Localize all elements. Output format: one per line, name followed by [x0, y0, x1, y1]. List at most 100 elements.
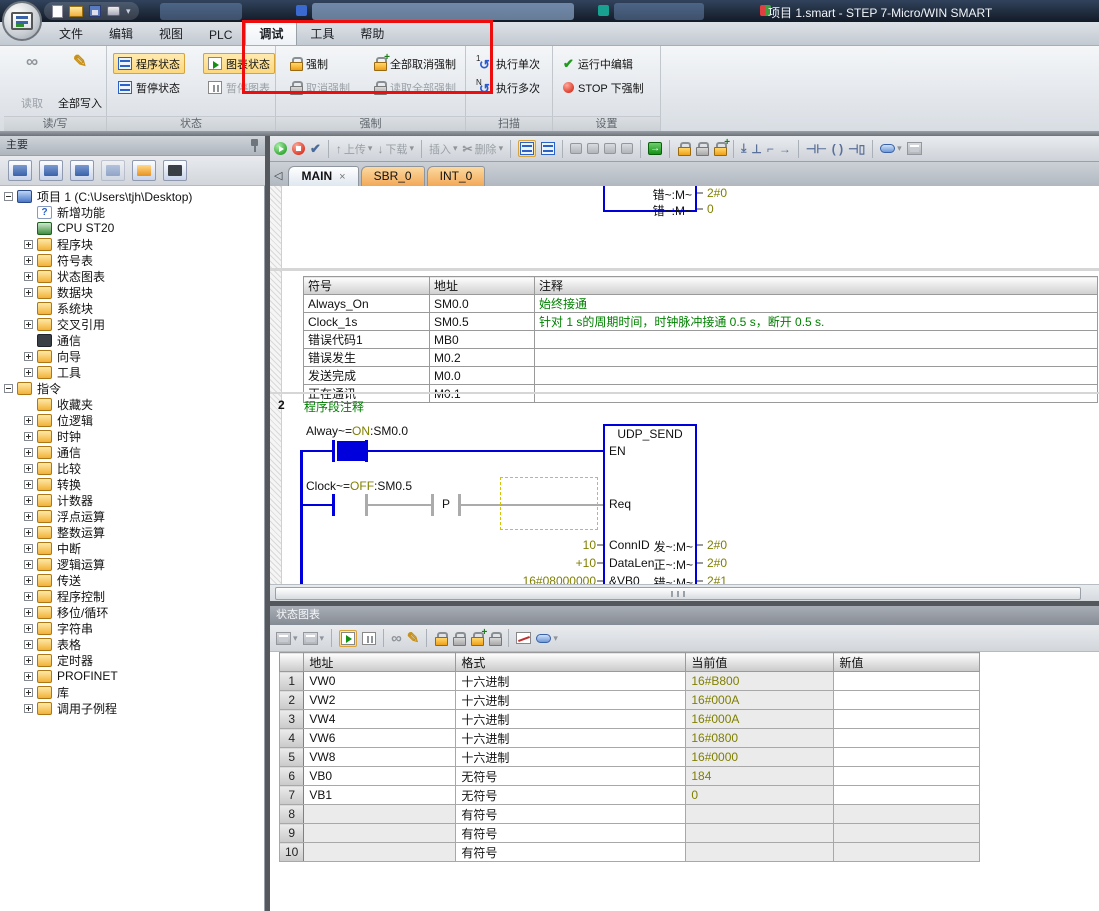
tree-item[interactable]: 浮点运算	[0, 508, 264, 524]
expand-icon[interactable]	[24, 480, 33, 489]
unforce-all-button[interactable]: +全部取消强制	[368, 53, 461, 74]
collapse-icon[interactable]	[4, 192, 13, 201]
tree-item[interactable]: 时钟	[0, 428, 264, 444]
force-icon[interactable]	[677, 142, 690, 155]
tab-int0[interactable]: INT_0	[427, 166, 486, 186]
tree-item[interactable]: 工具	[0, 364, 264, 380]
trend-view-icon[interactable]	[516, 632, 531, 644]
download-button[interactable]: ↓下载▾	[377, 141, 414, 157]
tree-item[interactable]: 整数运算	[0, 524, 264, 540]
chart-status-button[interactable]: 图表状态	[203, 53, 275, 74]
tree-item[interactable]: 状态图表	[0, 268, 264, 284]
tree-item[interactable]: CPU ST20	[0, 220, 264, 236]
expand-icon[interactable]	[24, 656, 33, 665]
expand-icon[interactable]	[24, 704, 33, 713]
save-icon[interactable]	[89, 5, 101, 17]
ladder-editor-canvas[interactable]: 错~:M~ 2#0 错~:M~ 0 符号 地址 注释 Always_OnSM0.…	[270, 186, 1099, 584]
expand-icon[interactable]	[24, 576, 33, 585]
tree-item[interactable]: 计数器	[0, 492, 264, 508]
cross-reference-icon[interactable]	[132, 160, 156, 181]
tree-item[interactable]: 定时器	[0, 652, 264, 668]
pause-program-status-button[interactable]	[541, 142, 555, 155]
status-row[interactable]: 2VW2十六进制16#000A	[280, 691, 980, 710]
tree-item[interactable]: 程序块	[0, 236, 264, 252]
expand-icon[interactable]	[24, 560, 33, 569]
tab-help[interactable]: 帮助	[347, 22, 397, 45]
tab-tools[interactable]: 工具	[297, 22, 347, 45]
pin-icon[interactable]	[250, 139, 259, 152]
line-up-icon[interactable]: ⌐	[767, 142, 774, 156]
force-icon[interactable]	[434, 632, 447, 645]
expand-icon[interactable]	[24, 368, 33, 377]
tree-item-instructions[interactable]: 指令	[0, 380, 264, 396]
expand-icon[interactable]	[24, 352, 33, 361]
next-bookmark-icon[interactable]	[604, 143, 616, 154]
data-block-icon[interactable]	[101, 160, 125, 181]
expand-icon[interactable]	[24, 544, 33, 553]
tab-sbr0[interactable]: SBR_0	[361, 166, 425, 186]
expand-icon[interactable]	[24, 272, 33, 281]
expand-icon[interactable]	[24, 256, 33, 265]
read-all-forces-button[interactable]: 读取全部强制	[368, 77, 461, 98]
delete-button[interactable]: ✂删除▾	[463, 141, 504, 157]
close-tab-icon[interactable]: ×	[339, 171, 345, 183]
tree-item[interactable]: 系统块	[0, 300, 264, 316]
unforce-all-icon[interactable]: +	[470, 632, 483, 645]
status-row[interactable]: 4VW6十六进制16#0800	[280, 729, 980, 748]
expand-icon[interactable]	[24, 432, 33, 441]
expand-icon[interactable]	[24, 288, 33, 297]
tree-item[interactable]: 库	[0, 684, 264, 700]
tree-item[interactable]: 逻辑运算	[0, 556, 264, 572]
quick-access-caret-icon[interactable]: ▾	[126, 6, 131, 17]
tree-item[interactable]: 字符串	[0, 620, 264, 636]
pause-chart-button[interactable]: 暂停图表	[203, 77, 275, 98]
branch-up-icon[interactable]: ⊥	[751, 142, 761, 156]
print-icon[interactable]	[107, 6, 120, 16]
expand-icon[interactable]	[24, 240, 33, 249]
read-button[interactable]: ∞ 读取	[8, 50, 56, 114]
force-button[interactable]: 强制	[284, 53, 333, 74]
status-row[interactable]: 9有符号	[280, 824, 980, 843]
tab-debug[interactable]: 调试	[245, 21, 297, 45]
program-editor-icon[interactable]	[8, 160, 32, 181]
tree-item[interactable]: 收藏夹	[0, 396, 264, 412]
upload-button[interactable]: ↑上传▾	[336, 141, 373, 157]
tree-item[interactable]: 通信	[0, 444, 264, 460]
tree-item[interactable]: 向导	[0, 348, 264, 364]
symbol-row[interactable]: 错误发生M0.2	[304, 349, 1098, 367]
expand-icon[interactable]	[24, 624, 33, 633]
goto-network-button[interactable]: →	[648, 142, 662, 155]
pause-chart-button[interactable]	[362, 632, 376, 645]
tab-main[interactable]: MAIN×	[288, 166, 358, 186]
edit-in-run-button[interactable]: ✔运行中编辑	[558, 53, 638, 74]
insert-box-icon[interactable]: ⊣▯	[848, 142, 865, 156]
tree-item[interactable]: 程序控制	[0, 588, 264, 604]
insert-coil-icon[interactable]: ( )	[832, 142, 843, 156]
symbol-row[interactable]: 发送完成M0.0	[304, 367, 1098, 385]
tab-plc[interactable]: PLC	[196, 25, 245, 45]
tab-scroll-left-icon[interactable]: ◁	[274, 169, 282, 182]
status-row[interactable]: 1VW0十六进制16#B800	[280, 672, 980, 691]
program-status-toggle[interactable]	[518, 140, 536, 157]
execute-multiple-button[interactable]: N↺执行多次	[471, 77, 545, 98]
status-row[interactable]: 3VW4十六进制16#000A	[280, 710, 980, 729]
tree-item[interactable]: 交叉引用	[0, 316, 264, 332]
tree-item[interactable]: 比较	[0, 460, 264, 476]
expand-icon[interactable]	[24, 496, 33, 505]
communications-icon[interactable]	[163, 160, 187, 181]
tree-item[interactable]: PROFINET	[0, 668, 264, 684]
tree-item[interactable]: 符号表	[0, 252, 264, 268]
write-button[interactable]: ✎	[407, 632, 420, 645]
tree-item[interactable]: 数据块	[0, 284, 264, 300]
expand-icon[interactable]	[24, 512, 33, 521]
tree-item[interactable]: 调用子例程	[0, 700, 264, 716]
program-status-button[interactable]: 程序状态	[113, 53, 185, 74]
symbol-row[interactable]: 错误代码1MB0	[304, 331, 1098, 349]
symbol-row[interactable]: Always_OnSM0.0始终接通	[304, 295, 1098, 313]
status-row[interactable]: 8有符号	[280, 805, 980, 824]
stop-button[interactable]	[292, 142, 305, 155]
expand-icon[interactable]	[24, 672, 33, 681]
expand-icon[interactable]	[24, 464, 33, 473]
tab-edit[interactable]: 编辑	[96, 22, 146, 45]
read-button[interactable]: ∞	[391, 632, 402, 645]
